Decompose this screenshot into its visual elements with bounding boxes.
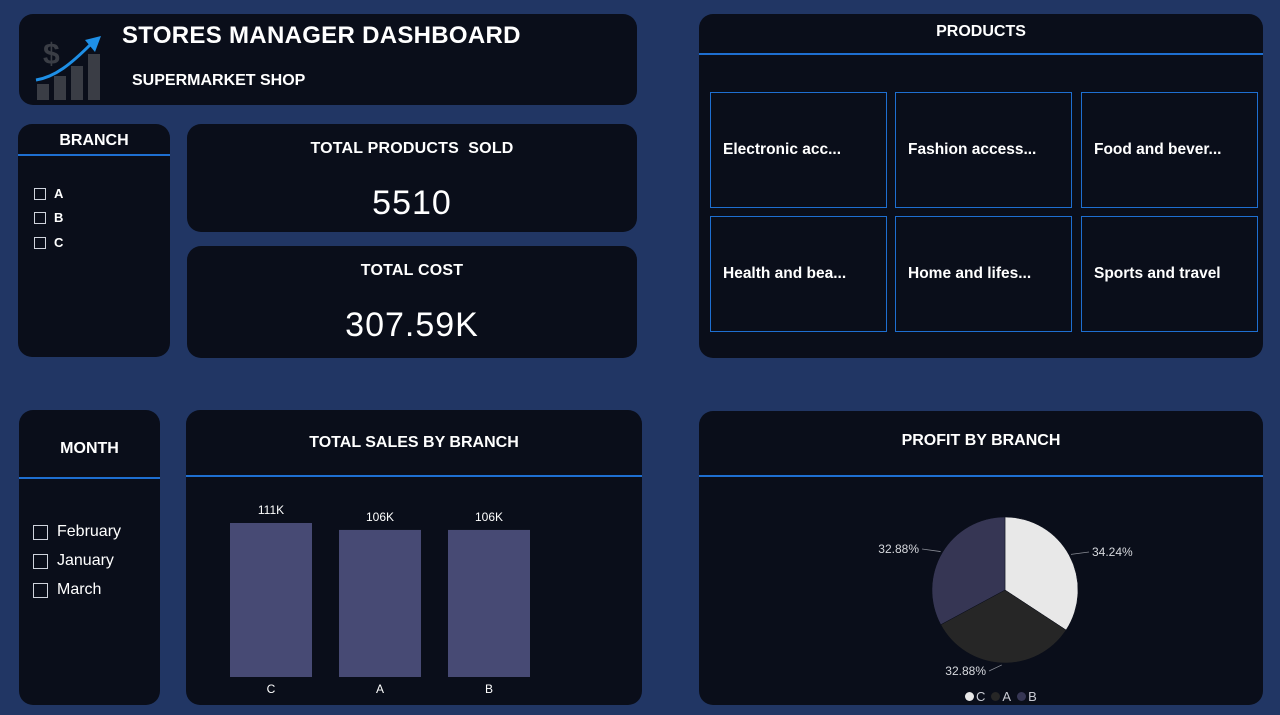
checkbox[interactable] (33, 553, 48, 569)
bar-a[interactable] (339, 529, 421, 677)
month-slicer-title: MONTH (60, 440, 119, 457)
pie-data-label: 32.88% (878, 542, 919, 556)
bar-chart-canvas: 111K C 106K A 106K B (230, 503, 530, 696)
product-tile-electronic[interactable]: Electronic acc... (710, 92, 887, 208)
sales-by-branch-chart: TOTAL SALES BY BRANCH 111K C 106K A 106K B (186, 410, 642, 705)
bar-data-label: 106K (366, 510, 394, 524)
product-tile-home[interactable]: Home and lifes... (895, 216, 1072, 332)
month-option-label: March (57, 581, 102, 598)
legend-dot (991, 692, 1001, 701)
dashboard-subtitle: SUPERMARKET SHOP (132, 72, 306, 89)
divider (18, 154, 170, 156)
kpi-label: TOTAL COST (360, 262, 464, 279)
divider (699, 53, 1263, 55)
month-option-label: January (57, 552, 114, 569)
bar-b[interactable] (448, 529, 530, 677)
legend-dot (1017, 692, 1027, 701)
legend-label: A (1002, 689, 1012, 704)
legend-dot (965, 692, 974, 701)
leader-line (921, 548, 941, 552)
dashboard-header: $ STORES MANAGER DASHBOARD SUPERMARKET S… (19, 14, 637, 105)
divider (19, 477, 160, 479)
branch-option-b[interactable]: B (34, 210, 63, 225)
month-option-january[interactable]: January (33, 552, 114, 570)
leader-line (1070, 551, 1090, 555)
legend-item-b[interactable]: B (1017, 689, 1037, 704)
chart-legend: CAB (965, 689, 1043, 704)
legend-label: C (976, 689, 986, 704)
product-tile-health[interactable]: Health and bea... (710, 216, 887, 332)
product-tile-sports[interactable]: Sports and travel (1081, 216, 1258, 332)
month-slicer: MONTH February January March (19, 410, 160, 705)
profit-by-branch-chart: PROFIT BY BRANCH 34.24% 32.88% 32.88% CAB (699, 411, 1263, 705)
checkbox[interactable] (34, 236, 46, 249)
kpi-label: TOTAL PRODUCTS SOLD (310, 140, 514, 157)
pie-data-label: 32.88% (945, 664, 986, 678)
branch-slicer-title: BRANCH (59, 132, 129, 149)
kpi-products-sold: TOTAL PRODUCTS SOLD 5510 (187, 124, 637, 232)
pie-data-label: 34.24% (1092, 545, 1133, 559)
branch-option-label: A (54, 186, 64, 201)
checkbox[interactable] (33, 524, 48, 540)
legend-label: B (1028, 689, 1037, 704)
legend-item-c[interactable]: C (965, 689, 985, 704)
branch-option-c[interactable]: C (34, 235, 63, 250)
bar-data-label: 106K (475, 510, 503, 524)
x-tick-label: C (267, 682, 276, 696)
branch-option-label: B (54, 210, 64, 225)
kpi-value: 307.59K (345, 306, 479, 344)
month-option-february[interactable]: February (33, 523, 121, 541)
month-option-march[interactable]: March (33, 581, 101, 599)
dashboard-title: STORES MANAGER DASHBOARD (122, 22, 521, 49)
branch-option-a[interactable]: A (34, 186, 63, 201)
growth-dollar-icon: $ (35, 36, 101, 100)
x-tick-label: A (376, 682, 384, 696)
x-tick-label: B (485, 682, 493, 696)
month-option-label: February (57, 523, 122, 540)
product-tile-fashion[interactable]: Fashion access... (895, 92, 1072, 208)
checkbox[interactable] (33, 582, 48, 598)
svg-text:$: $ (43, 38, 60, 71)
bar-c[interactable] (230, 523, 312, 677)
checkbox[interactable] (34, 211, 46, 224)
leader-line (988, 664, 1002, 672)
branch-option-label: C (54, 235, 64, 250)
product-tile-food[interactable]: Food and bever... (1081, 92, 1258, 208)
products-title: PRODUCTS (936, 23, 1026, 40)
checkbox[interactable] (34, 187, 46, 200)
legend-item-a[interactable]: A (991, 689, 1011, 704)
pie-chart-canvas: 34.24% 32.88% 32.88% (878, 516, 1133, 678)
kpi-total-cost: TOTAL COST 307.59K (187, 246, 637, 358)
kpi-value: 5510 (372, 184, 452, 222)
bar-data-label: 111K (258, 503, 284, 517)
branch-slicer: BRANCH A B C (18, 124, 170, 357)
products-slicer: PRODUCTS Electronic acc... Fashion acces… (699, 14, 1263, 358)
